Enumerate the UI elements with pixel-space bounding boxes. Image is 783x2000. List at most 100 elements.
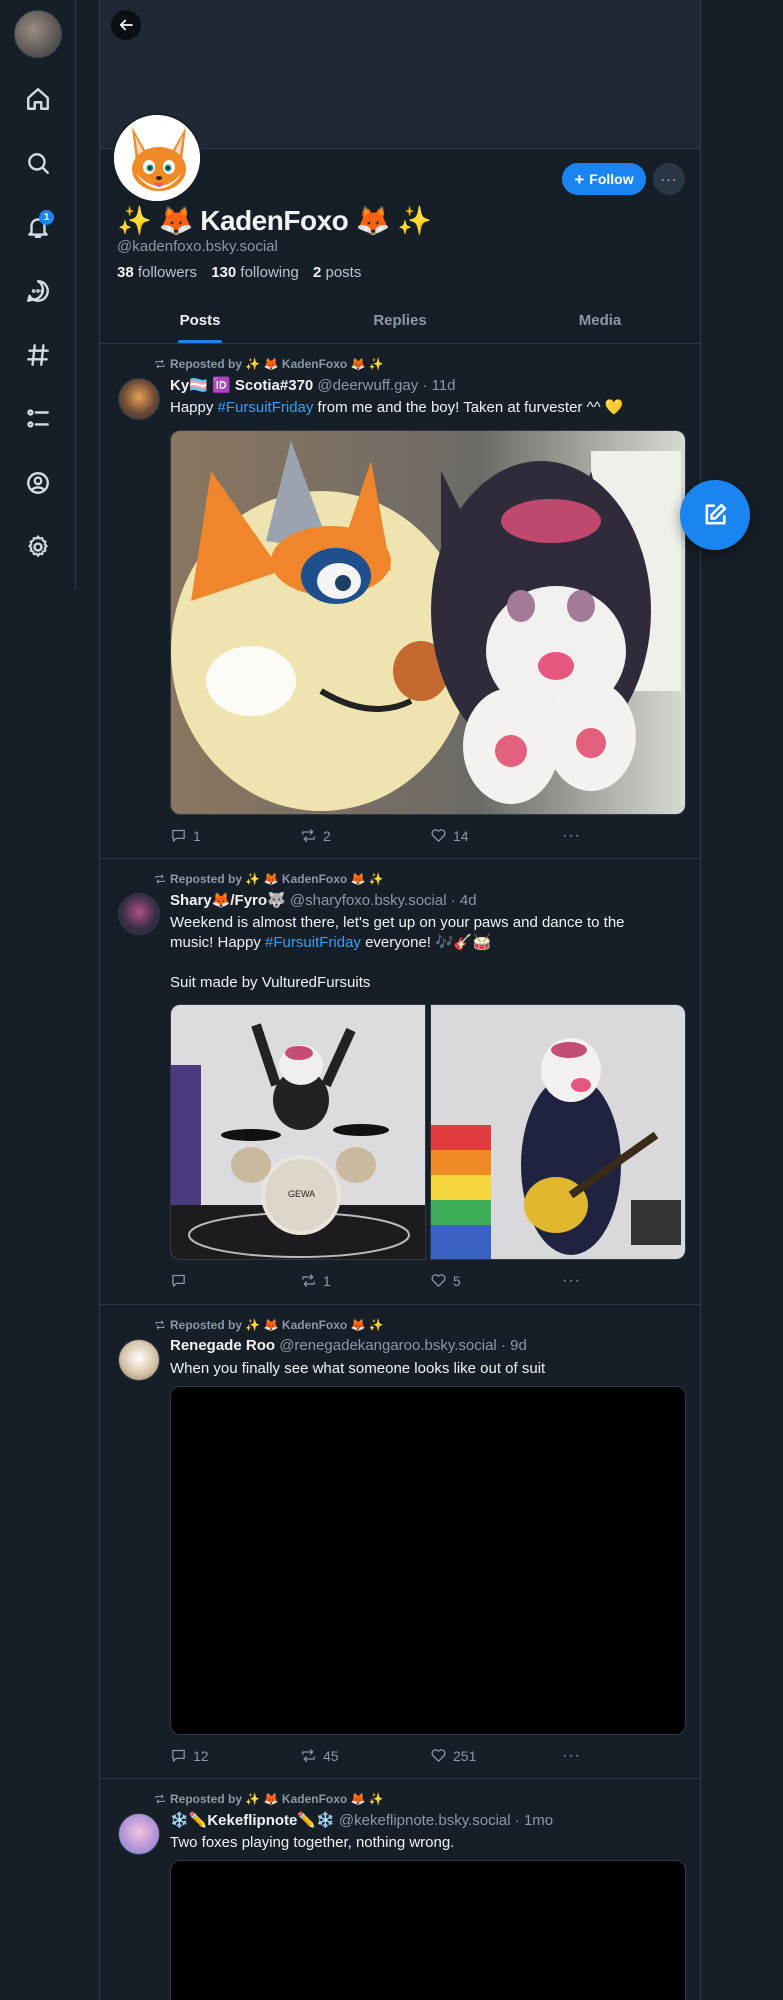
profile-icon[interactable] bbox=[20, 465, 56, 501]
post-time[interactable]: · 1mo bbox=[515, 1812, 553, 1829]
reply-button[interactable]: 1 bbox=[170, 827, 201, 844]
author-avatar[interactable] bbox=[118, 1813, 160, 1855]
my-avatar[interactable] bbox=[14, 10, 62, 58]
following-label: following bbox=[240, 264, 299, 281]
lists-icon[interactable] bbox=[20, 401, 56, 437]
post-text-line: Suit made by VulturedFursuits bbox=[170, 974, 371, 991]
hashtag-link[interactable]: #FursuitFriday bbox=[218, 399, 314, 416]
like-button[interactable]: 251 bbox=[430, 1747, 476, 1764]
settings-gear-icon[interactable] bbox=[20, 529, 56, 565]
guitarist-fursuit-image bbox=[431, 1005, 685, 1259]
repost-icon bbox=[155, 1320, 165, 1330]
feed-post[interactable]: Reposted by ✨ 🦊 KadenFoxo 🦊 ✨ ❄️✏️Kekefl… bbox=[100, 1780, 700, 2000]
post-text-part: from me and the boy! Taken at furvester … bbox=[313, 399, 624, 416]
post-more-button[interactable]: ··· bbox=[562, 1272, 581, 1290]
profile-avatar[interactable] bbox=[112, 113, 202, 203]
like-button[interactable]: 14 bbox=[430, 827, 469, 844]
repost-indicator: Reposted by ✨ 🦊 KadenFoxo 🦊 ✨ bbox=[154, 1318, 384, 1332]
following-count: 130 bbox=[211, 264, 237, 281]
reply-button[interactable] bbox=[170, 1272, 193, 1289]
post-author-line: Ky🏳️‍⚧️ 🆔 Scotia#370 @deerwuff.gay · 11d bbox=[170, 376, 456, 394]
post-actions: 12 45 251 ··· bbox=[170, 1747, 686, 1767]
post-text: Happy #FursuitFriday from me and the boy… bbox=[170, 398, 690, 418]
following-link[interactable]: 130 following bbox=[211, 264, 299, 281]
post-text-part: everyone! 🎶🎸🥁 bbox=[360, 934, 492, 951]
profile-more-button[interactable]: ··· bbox=[653, 163, 685, 195]
post-image[interactable] bbox=[170, 430, 686, 815]
repost-icon bbox=[302, 1274, 315, 1287]
post-video[interactable] bbox=[170, 1386, 686, 1735]
arrow-left-icon bbox=[119, 19, 133, 31]
profile-stats: 38 followers 130 following 2 posts bbox=[117, 264, 361, 281]
author-handle[interactable]: @deerwuff.gay bbox=[317, 377, 418, 394]
author-name[interactable]: ❄️✏️Kekeflipnote✏️❄️ bbox=[170, 1812, 335, 1829]
compose-pencil-icon bbox=[705, 503, 727, 525]
repost-by-label: Reposted by ✨ 🦊 KadenFoxo 🦊 ✨ bbox=[170, 872, 384, 886]
repost-button[interactable]: 1 bbox=[300, 1272, 331, 1289]
post-more-button[interactable]: ··· bbox=[562, 827, 581, 845]
feed-post[interactable]: Reposted by ✨ 🦊 KadenFoxo 🦊 ✨ Renegade R… bbox=[100, 1306, 700, 1779]
post-text-part: music! Happy bbox=[170, 934, 266, 951]
back-button[interactable] bbox=[111, 10, 141, 40]
repost-button[interactable]: 2 bbox=[300, 827, 331, 844]
repost-icon bbox=[155, 1794, 165, 1804]
repost-indicator: Reposted by ✨ 🦊 KadenFoxo 🦊 ✨ bbox=[154, 872, 384, 886]
author-avatar[interactable] bbox=[118, 1339, 160, 1381]
home-icon[interactable] bbox=[20, 81, 56, 117]
posts-label: posts bbox=[325, 264, 362, 281]
author-handle[interactable]: @kekeflipnote.bsky.social bbox=[339, 1812, 511, 1829]
plus-icon: + bbox=[574, 169, 585, 189]
like-count: 14 bbox=[453, 827, 469, 844]
repost-by-label: Reposted by ✨ 🦊 KadenFoxo 🦊 ✨ bbox=[170, 1792, 384, 1806]
profile-column: + Follow ··· ✨ 🦊 KadenFoxo 🦊 ✨ @kadenfox… bbox=[99, 0, 701, 2000]
like-count: 5 bbox=[453, 1272, 461, 1289]
post-text: Weekend is almost there, let's get up on… bbox=[170, 913, 690, 993]
tab-media[interactable]: Media bbox=[500, 300, 700, 343]
post-time[interactable]: · 9d bbox=[501, 1337, 527, 1354]
reply-button[interactable]: 12 bbox=[170, 1747, 209, 1764]
author-avatar[interactable] bbox=[118, 893, 160, 935]
post-text-line: music! Happy #FursuitFriday everyone! 🎶🎸… bbox=[170, 933, 690, 953]
profile-display-name: ✨ 🦊 KadenFoxo 🦊 ✨ bbox=[117, 205, 432, 236]
follow-button[interactable]: + Follow bbox=[562, 163, 646, 195]
heart-icon bbox=[431, 1274, 446, 1287]
post-image[interactable] bbox=[430, 1004, 686, 1260]
notifications-icon[interactable]: 1 bbox=[20, 209, 56, 245]
post-time[interactable]: · 11d bbox=[422, 377, 455, 394]
ellipsis-icon: ··· bbox=[660, 171, 678, 187]
author-handle[interactable]: @renegadekangaroo.bsky.social bbox=[279, 1337, 497, 1354]
hashtag-link[interactable]: #FursuitFriday bbox=[265, 934, 361, 951]
search-icon[interactable] bbox=[20, 145, 56, 181]
post-image[interactable]: GEWA bbox=[170, 1004, 426, 1260]
feed-post[interactable]: Reposted by ✨ 🦊 KadenFoxo 🦊 ✨ Shary🦊/Fyr… bbox=[100, 860, 700, 1305]
repost-count: 45 bbox=[323, 1747, 339, 1764]
post-actions: 1 5 ··· bbox=[170, 1272, 686, 1292]
repost-count: 2 bbox=[323, 827, 331, 844]
post-text: Two foxes playing together, nothing wron… bbox=[170, 1834, 455, 1851]
reply-count: 1 bbox=[193, 827, 201, 844]
profile-handle: @kadenfoxo.bsky.social bbox=[117, 238, 278, 255]
post-more-button[interactable]: ··· bbox=[562, 1747, 581, 1765]
profile-tabs: Posts Replies Media bbox=[100, 300, 700, 344]
author-handle[interactable]: @sharyfoxo.bsky.social bbox=[290, 892, 447, 909]
feed-post[interactable]: Reposted by ✨ 🦊 KadenFoxo 🦊 ✨ Ky🏳️‍⚧️ 🆔 … bbox=[100, 345, 700, 859]
author-name[interactable]: Ky🏳️‍⚧️ 🆔 Scotia#370 bbox=[170, 377, 313, 394]
reply-icon bbox=[172, 1274, 185, 1287]
tab-replies[interactable]: Replies bbox=[300, 300, 500, 343]
tab-posts[interactable]: Posts bbox=[100, 300, 300, 343]
repost-count: 1 bbox=[323, 1272, 331, 1289]
feeds-hash-icon[interactable] bbox=[20, 337, 56, 373]
author-name[interactable]: Renegade Roo bbox=[170, 1337, 275, 1354]
follow-label: Follow bbox=[589, 171, 634, 187]
compose-button[interactable] bbox=[680, 480, 750, 550]
repost-button[interactable]: 45 bbox=[300, 1747, 339, 1764]
chat-icon[interactable] bbox=[20, 273, 56, 309]
followers-count: 38 bbox=[117, 264, 134, 281]
author-avatar[interactable] bbox=[118, 378, 160, 420]
post-video[interactable] bbox=[170, 1860, 686, 2000]
fursuit-selfie-image bbox=[171, 431, 685, 814]
like-button[interactable]: 5 bbox=[430, 1272, 461, 1289]
followers-link[interactable]: 38 followers bbox=[117, 264, 197, 281]
post-time[interactable]: · 4d bbox=[451, 892, 477, 909]
author-name[interactable]: Shary🦊/Fyro🐺 bbox=[170, 892, 286, 909]
